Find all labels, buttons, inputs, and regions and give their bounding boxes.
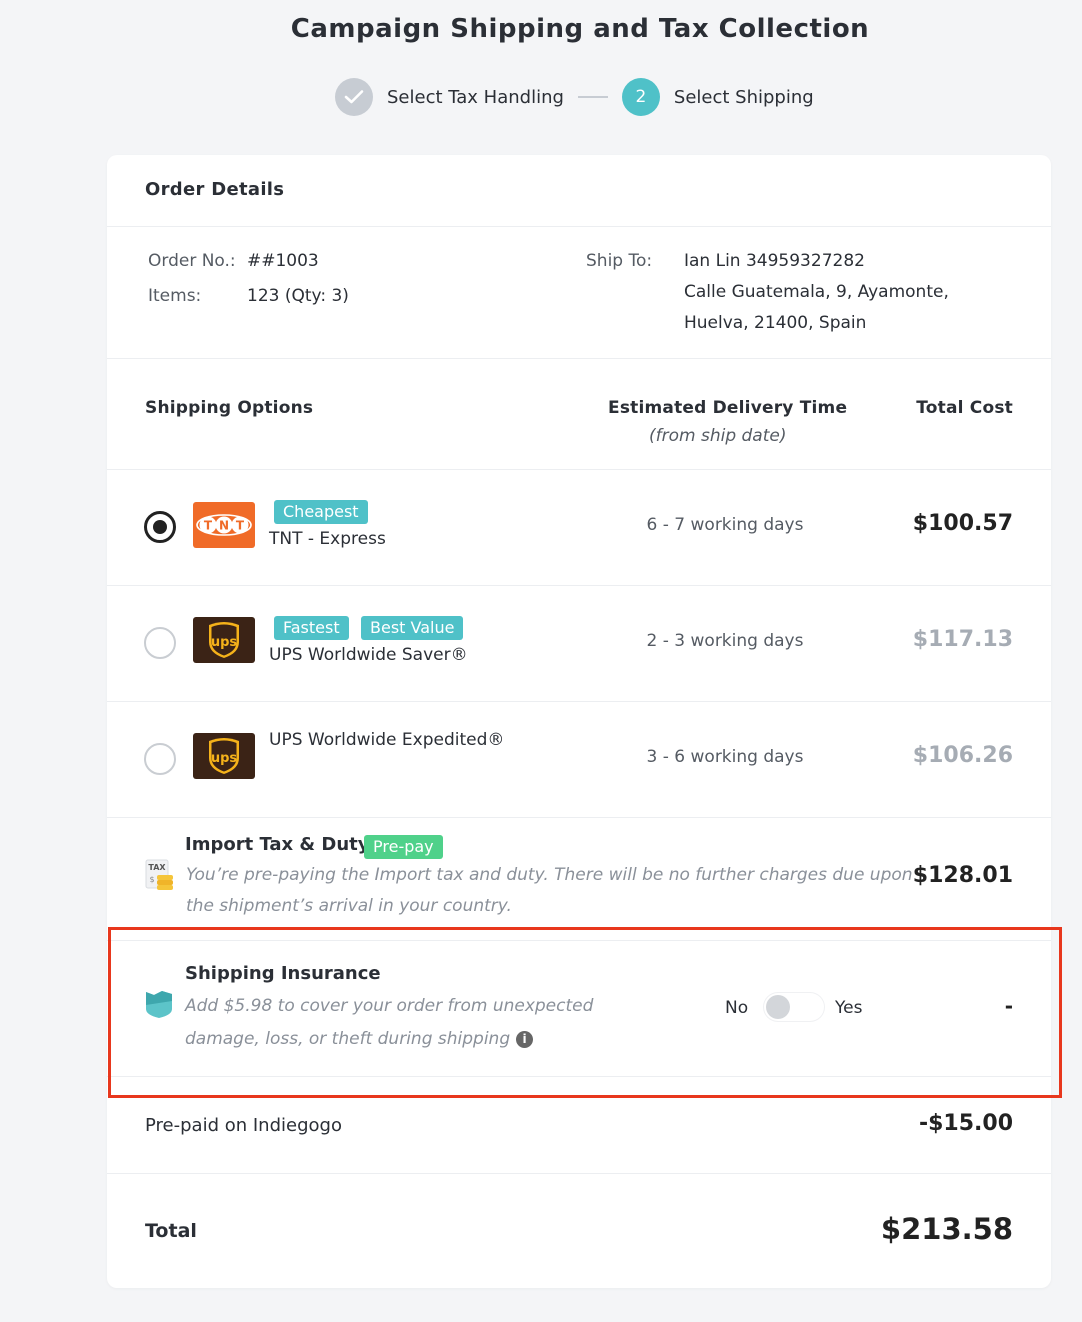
insurance-price: - [1004,994,1013,1018]
order-no-value: ##1003 [247,251,319,271]
items-value: 123 (Qty: 3) [247,286,349,306]
svg-text:N: N [219,519,229,533]
divider [107,701,1051,702]
delivery-time-subheader: (from ship date) [649,426,787,446]
divider [107,469,1051,470]
insurance-description: Add $5.98 to cover your order from unexp… [185,990,640,1056]
radio-ups-worldwide-expedited[interactable] [144,743,176,775]
insurance-title: Shipping Insurance [185,963,381,984]
step-number-badge: 2 [621,78,660,116]
option-delivery-time: 2 - 3 working days [646,631,804,651]
option-delivery-time: 3 - 6 working days [646,747,804,767]
tag-cheapest: Cheapest [274,500,368,524]
svg-text:$: $ [149,875,154,884]
import-tax-title: Import Tax & Duty [185,834,370,855]
ship-to-name: Ian Lin 34959327282 [684,251,865,271]
prepaid-amount: -$15.00 [918,1111,1013,1136]
option-price: $106.26 [912,743,1013,768]
insurance-shield-icon [144,989,174,1023]
tax-icon: TAX $ [145,859,175,895]
pre-pay-badge: Pre-pay [364,835,443,859]
shipping-options-header: Shipping Options [145,398,314,418]
divider [107,1173,1051,1174]
divider [107,817,1051,818]
radio-ups-worldwide-saver[interactable] [144,627,176,659]
total-amount: $213.58 [880,1212,1013,1246]
shipping-card: Order Details Order No.: ##1003 Items: 1… [107,155,1051,1288]
svg-text:TAX: TAX [148,863,166,872]
svg-text:ups: ups [211,751,238,766]
page-title: Campaign Shipping and Tax Collection [290,14,870,44]
ups-logo-icon: ups [193,733,255,779]
divider [107,226,1051,227]
tag-fastest: Fastest [274,616,349,640]
option-delivery-time: 6 - 7 working days [646,515,804,535]
divider [107,1076,1051,1077]
step-connector [577,96,608,98]
total-label: Total [145,1220,197,1242]
divider [107,358,1051,359]
ship-to-address-line2: Huelva, 21400, Spain [684,313,867,333]
prepaid-label: Pre-paid on Indiegogo [145,1115,342,1136]
tag-best-value: Best Value [361,616,464,640]
svg-text:ups: ups [211,635,238,650]
step-complete-icon [335,78,373,116]
info-icon[interactable]: i [516,1030,534,1048]
radio-tnt-express[interactable] [144,511,176,543]
option-name: UPS Worldwide Expedited® [269,730,505,750]
total-cost-header: Total Cost [916,398,1013,418]
divider [107,585,1051,586]
import-tax-description: You’re pre-paying the Import tax and dut… [186,865,913,916]
order-details-header: Order Details [145,179,285,200]
import-tax-price: $128.01 [912,863,1013,888]
option-price: $100.57 [912,511,1013,536]
tnt-logo-icon: T N T [193,502,255,548]
toggle-no-label: No [725,998,749,1018]
step-select-tax-handling[interactable]: Select Tax Handling [387,87,564,108]
order-no-label: Order No.: [148,251,236,271]
option-price: $117.13 [912,627,1013,652]
svg-text:T: T [236,519,245,533]
step-select-shipping: Select Shipping [673,86,814,108]
delivery-time-header: Estimated Delivery Time [608,398,848,418]
toggle-knob[interactable] [766,995,790,1019]
items-label: Items: [148,286,202,306]
svg-text:T: T [204,519,213,533]
stepper: Select Tax Handling 2 Select Shipping [335,78,814,116]
ship-to-label: Ship To: [586,251,653,271]
option-name: UPS Worldwide Saver® [269,645,468,665]
ship-to-address-line1: Calle Guatemala, 9, Ayamonte, [684,282,949,302]
ups-logo-icon: ups [193,617,255,663]
toggle-yes-label: Yes [835,998,863,1018]
divider [107,940,1051,941]
option-name: TNT - Express [269,529,386,549]
